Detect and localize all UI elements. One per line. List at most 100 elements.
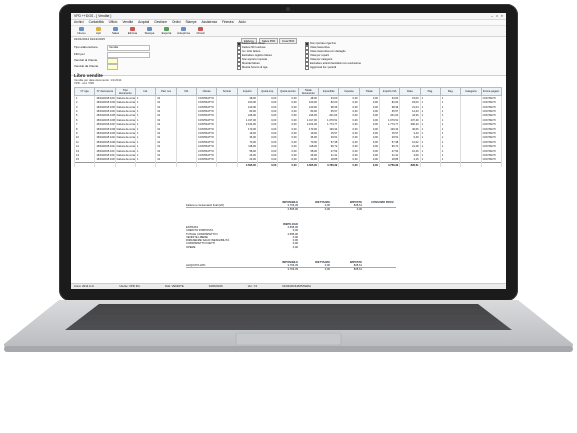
column-header[interactable]: Forma pagam. (480, 87, 503, 97)
toolbar-save-button[interactable]: Salva (108, 26, 123, 35)
cliente-a-input[interactable] (107, 58, 118, 64)
column-header[interactable]: Data (399, 87, 421, 97)
table-cell: 15/04/2015 1005 (94, 113, 116, 119)
summary-vat-row: Fattura a consumatori finali (22) 3.766,… (186, 204, 362, 208)
column-header[interactable]: N° riga (73, 87, 96, 97)
total-cell: 0,00 (277, 162, 299, 168)
riepilogo-row: OPERE 0,00 (186, 245, 298, 249)
menu-ufficio[interactable]: Ufficio (109, 20, 118, 25)
toolbar-new-button[interactable]: Nuovo (74, 26, 89, 35)
toolbar-open-button[interactable]: Apri (91, 26, 106, 35)
status-version: Ver. 7.0 (247, 283, 258, 288)
table-cell: 15/04/2015 1007 (94, 122, 116, 127)
menu-gestione[interactable]: Gestione (154, 20, 167, 25)
minimize-icon[interactable]: – (491, 14, 493, 18)
table-cell: Fattura da consumatore finale (114, 104, 136, 110)
toolbar-delete-button[interactable]: Elimina (125, 26, 140, 35)
toolbar-print-button[interactable]: Stampa (142, 26, 157, 35)
column-header[interactable]: Imposta (338, 87, 360, 97)
tipo-select[interactable]: Vendite (107, 45, 150, 51)
aliquote-total: 3.766,39 0,00 828,61 (186, 267, 396, 271)
table-cell: CONTRATTO (195, 140, 218, 145)
table-cell: CONTRATTO (195, 153, 218, 158)
column-header[interactable]: Importo (236, 87, 258, 97)
summary-riepilogo: RIEPILOGO ENTRATA 4.595,00 CREDITO D'IMPO… (186, 223, 396, 249)
table-cell: 15/04/2015 1008 (94, 126, 116, 132)
menu-assistenza[interactable]: Assistenza (202, 20, 217, 25)
table-cell: Fattura da consumatore finale (114, 118, 136, 123)
table-cell: CONTRATTO (195, 113, 218, 119)
total-cell: 0,00 (256, 162, 279, 168)
total-cell (460, 162, 482, 168)
column-header[interactable]: Quota imp. (256, 87, 279, 97)
table-cell: Fattura da consumatore finale (114, 148, 136, 154)
column-header[interactable]: Totale documento (297, 87, 319, 97)
total-cell: 3.766,39 (378, 162, 401, 168)
column-header[interactable]: N° documento (94, 87, 116, 97)
table-cell: 15/04/2015 1002 (94, 100, 116, 105)
option-checkbox[interactable]: Aggiornati fra i periodi (305, 66, 361, 70)
table-cell: 15/04/2015 1011 (94, 140, 116, 145)
table-cell: Fattura da consumatore finale (114, 95, 136, 101)
status-user: Utente: VPD Pro (119, 283, 141, 288)
total-cell: 0,00 (358, 162, 380, 168)
menu-vendite[interactable]: Vendite (122, 20, 133, 25)
column-header[interactable]: Cliente (195, 87, 218, 97)
summary-vat-total: 4.595,00 0,00 0,00 (186, 207, 396, 211)
table-cell: Fattura da consumatore finale (114, 144, 136, 149)
menu-stampe[interactable]: Stampe (186, 20, 197, 25)
total-cell: 0,00 (338, 162, 360, 168)
table-cell: CONTRATTO (195, 122, 218, 127)
filter-label-tipo: Tipo elaborazione (74, 44, 98, 49)
table-total-row: 4.595,00 0,00 0,00 4.595,00 3.766,39 0,00 0,00… (73, 162, 503, 168)
option-checkbox[interactable]: Mostra Sconto di riga (237, 66, 272, 70)
status-bar: Anno: 2014 A.D. Utente: VPD Pro Dati: VE… (71, 283, 506, 289)
column-header[interactable]: Ind. (134, 87, 157, 97)
toolbar-preview-button[interactable]: Anteprima (176, 26, 191, 35)
table-cell: Fattura da consumatore finale (114, 126, 136, 132)
column-header[interactable]: IVA (175, 87, 197, 97)
table-cell: 15/04/2015 1001 (94, 95, 116, 101)
summary-aliquote: IMPONIBILE RIETTANZE IMPOSTE ALIQUOTA 22… (186, 261, 396, 272)
table-header-row: N° riga N° documento Tipo documento Ind. Par… (73, 87, 503, 97)
column-header[interactable]: Part. Iva (155, 87, 177, 97)
table-cell: CONTRATTO (195, 104, 218, 110)
column-header[interactable]: Quota sconto (277, 87, 299, 97)
toolbar-export-button[interactable]: Esporta (159, 26, 174, 35)
cliente-da-input[interactable] (107, 64, 118, 70)
menu-aiuto[interactable]: Aiuto (238, 20, 245, 25)
filter-row-cliente-a: Venduti al Cliente (74, 58, 118, 64)
table-cell: 15/04/2015 1010 (94, 135, 116, 141)
maximize-icon[interactable]: □ (496, 14, 498, 18)
total-cell (134, 162, 157, 168)
date-range-value[interactable]: 01/01/2014 01/12/2015 (74, 37, 105, 42)
column-header[interactable]: Sconto (216, 87, 238, 97)
column-header[interactable]: Imponibile (317, 87, 340, 97)
column-header[interactable]: Categoria (460, 87, 482, 97)
webcam-icon (286, 7, 290, 11)
close-window-icon[interactable]: × (501, 14, 503, 18)
menu-contabilita[interactable]: Contabilità (89, 20, 104, 25)
total-cell: 3.766,39 (317, 162, 340, 168)
column-header[interactable]: Reg. (439, 87, 462, 97)
menu-acquisti[interactable]: Acquisti (138, 20, 149, 25)
table-cell: Fattura da consumatore finale (114, 122, 136, 127)
toolbar: Nuovo Apri Salva Elimina Stampa Esporta … (71, 26, 506, 37)
table-cell: CONTRATTO (195, 144, 218, 149)
laptop-base (4, 300, 573, 352)
invia-pdf-button[interactable]: Invia PDF (279, 38, 298, 44)
column-header[interactable]: Tipo documento (114, 87, 136, 97)
column-header[interactable]: Importo IVA (378, 87, 401, 97)
column-header[interactable]: Pag. (419, 87, 441, 97)
toolbar-close-button[interactable]: Chiudi (193, 26, 208, 35)
total-cell (480, 162, 503, 168)
sales-table: N° riga N° documento Tipo documento Ind. Par… (73, 87, 503, 168)
menu-finestra[interactable]: Finestra (222, 20, 234, 25)
menu-ordini[interactable]: Ordini (172, 20, 181, 25)
report-document: Libro vendite Vendite per data documento… (73, 73, 503, 168)
filter-label-filtri: Filtri per (74, 51, 85, 56)
menu-archivi[interactable]: Archivi (74, 20, 84, 25)
filtri-select[interactable] (107, 52, 150, 58)
column-header[interactable]: Totale (358, 87, 380, 97)
filter-label-cliente-da: Venduti da Cliente (74, 63, 99, 68)
